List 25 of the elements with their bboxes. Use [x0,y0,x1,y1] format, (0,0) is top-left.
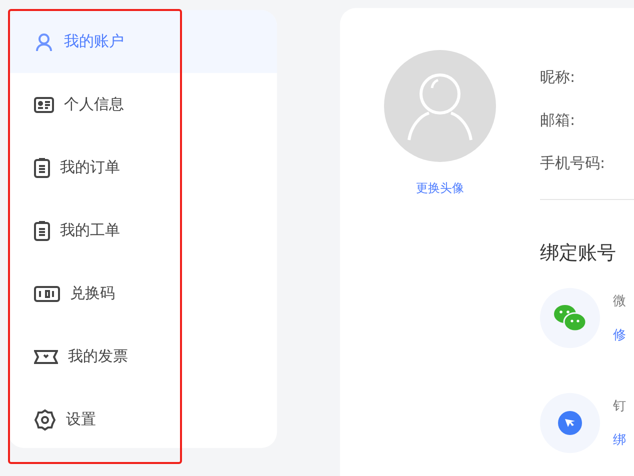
account-name: 钉 [613,398,626,415]
account-action-link[interactable]: 修 [613,326,626,344]
sidebar-item[interactable]: 设置 [8,388,277,448]
paper-plane-icon [558,411,582,435]
field-label: 手机号码: [540,154,606,173]
chat-bubbles-icon [553,303,587,333]
id-card-icon [34,96,54,112]
ticket-icon [34,348,58,364]
change-avatar-link[interactable]: 更换头像 [416,180,464,197]
sidebar-item[interactable]: 兑换码 [8,262,277,325]
sidebar-item[interactable]: 个人信息 [8,73,277,136]
settings-icon [34,408,56,430]
account-name: 微 [613,293,626,310]
account-action-link[interactable]: 绑 [613,431,626,449]
section-title: 绑定账号 [540,241,617,266]
sidebar-item[interactable]: 我的订单 [8,136,277,199]
sidebar-item[interactable]: 我的工单 [8,199,277,262]
clipboard-icon [34,220,50,240]
user-icon [34,32,54,52]
field-label: 邮箱: [540,111,576,130]
sidebar-item[interactable]: 我的发票 [8,325,277,388]
field-label: 昵称: [540,68,576,87]
clipboard-icon [34,158,50,178]
avatar-placeholder-icon [384,50,496,162]
number-tag-icon [34,286,60,302]
